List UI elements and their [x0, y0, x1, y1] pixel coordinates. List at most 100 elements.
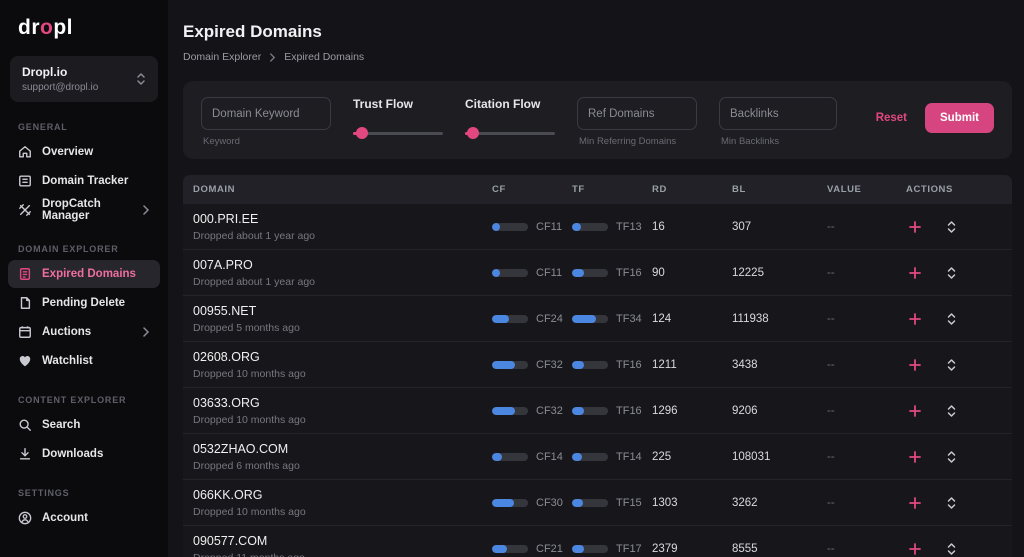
- expand-row-button[interactable]: [944, 402, 959, 420]
- cf-bar: [492, 544, 528, 553]
- ref-domains-input[interactable]: [577, 97, 697, 130]
- col-header-tf: TF: [572, 184, 585, 195]
- trust-flow-slider-thumb[interactable]: [356, 127, 368, 139]
- tf-cell: TF14: [572, 451, 652, 463]
- add-domain-button[interactable]: [906, 448, 924, 466]
- value-cell: --: [827, 266, 835, 279]
- sidebar-item-expired-domains[interactable]: Expired Domains: [8, 260, 160, 288]
- section-heading-domain-explorer: DOMAIN EXPLORER: [18, 244, 119, 254]
- domain-name[interactable]: 007A.PRO: [193, 258, 492, 272]
- add-domain-button[interactable]: [906, 218, 924, 236]
- expand-row-button[interactable]: [944, 310, 959, 328]
- domain-name[interactable]: 000.PRI.EE: [193, 212, 492, 226]
- sidebar-item-pending-delete[interactable]: Pending Delete: [8, 289, 160, 317]
- add-domain-button[interactable]: [906, 264, 924, 282]
- cf-bar-fill: [492, 314, 510, 323]
- domain-name[interactable]: 02608.ORG: [193, 350, 492, 364]
- keyword-input[interactable]: [201, 97, 331, 130]
- add-domain-button[interactable]: [906, 494, 924, 512]
- sidebar-item-overview[interactable]: Overview: [8, 138, 160, 166]
- domain-cell: 090577.COM Dropped 11 months ago: [193, 534, 492, 557]
- expand-row-button[interactable]: [944, 264, 959, 282]
- trust-flow-slider[interactable]: [353, 127, 443, 139]
- sidebar-item-downloads[interactable]: Downloads: [8, 440, 160, 468]
- tf-bar: [572, 406, 608, 415]
- table-body: 000.PRI.EE Dropped about 1 year ago CF11…: [183, 204, 1012, 557]
- download-icon: [18, 447, 32, 461]
- reset-button[interactable]: Reset: [876, 112, 907, 124]
- sidebar: dropl Dropl.io support@dropl.io GENERAL …: [0, 0, 168, 557]
- account-info: Dropl.io support@dropl.io: [22, 65, 98, 93]
- expired-domains-clipboard-icon: [18, 267, 32, 281]
- cf-cell: CF24: [492, 313, 572, 325]
- heart-icon: [18, 354, 32, 368]
- sidebar-item-watchlist[interactable]: Watchlist: [8, 347, 160, 375]
- cf-label: CF24: [536, 312, 563, 325]
- expand-row-button[interactable]: [944, 218, 959, 236]
- auctions-calendar-icon: [18, 325, 32, 339]
- table-row: 02608.ORG Dropped 10 months ago CF32 TF1…: [183, 342, 1012, 388]
- trust-flow-label: Trust Flow: [353, 97, 413, 111]
- sidebar-item-dropcatch-manager[interactable]: DropCatch Manager: [8, 196, 160, 224]
- domain-name[interactable]: 066KK.ORG: [193, 488, 492, 502]
- backlinks-filter: Min Backlinks: [719, 97, 837, 147]
- rd-value: 1211: [652, 358, 677, 371]
- account-switcher[interactable]: Dropl.io support@dropl.io: [10, 56, 158, 102]
- chevron-updown-icon: [136, 72, 146, 86]
- tf-bar: [572, 452, 608, 461]
- trust-flow-filter: Trust Flow: [353, 97, 443, 139]
- tf-bar: [572, 544, 608, 553]
- cf-bar-fill: [492, 544, 508, 553]
- tf-cell: TF17: [572, 543, 652, 555]
- bl-value: 111938: [732, 312, 769, 325]
- sidebar-item-account[interactable]: Account: [8, 504, 160, 532]
- actions-cell: [906, 540, 1002, 557]
- bl-value: 3438: [732, 358, 758, 371]
- domain-name[interactable]: 090577.COM: [193, 534, 492, 548]
- expand-row-button[interactable]: [944, 494, 959, 512]
- citation-flow-label: Citation Flow: [465, 97, 541, 111]
- actions-cell: [906, 448, 1002, 466]
- cf-bar: [492, 360, 528, 369]
- sidebar-item-auctions[interactable]: Auctions: [8, 318, 160, 346]
- add-domain-button[interactable]: [906, 540, 924, 557]
- expand-row-button[interactable]: [944, 448, 959, 466]
- cf-bar: [492, 452, 528, 461]
- domain-cell: 000.PRI.EE Dropped about 1 year ago: [193, 212, 492, 242]
- value-cell: --: [827, 358, 835, 371]
- actions-cell: [906, 356, 1002, 374]
- tf-bar-fill: [572, 360, 584, 369]
- cf-label: CF32: [536, 358, 563, 371]
- tf-bar: [572, 314, 608, 323]
- pending-delete-file-icon: [18, 296, 32, 310]
- backlinks-input[interactable]: [719, 97, 837, 130]
- sidebar-item-label: Pending Delete: [42, 297, 126, 309]
- sidebar-item-label: Account: [42, 512, 88, 524]
- breadcrumb-parent[interactable]: Domain Explorer: [183, 51, 261, 63]
- citation-flow-filter: Citation Flow: [465, 97, 555, 139]
- cf-label: CF11: [536, 266, 563, 279]
- rd-value: 1303: [652, 496, 678, 509]
- rd-value: 90: [652, 266, 665, 279]
- tf-label: TF16: [616, 358, 642, 371]
- domain-name[interactable]: 03633.ORG: [193, 396, 492, 410]
- domain-name[interactable]: 00955.NET: [193, 304, 492, 318]
- section-heading-content-explorer: CONTENT EXPLORER: [18, 395, 127, 405]
- tf-bar: [572, 360, 608, 369]
- cf-cell: CF32: [492, 359, 572, 371]
- domain-name[interactable]: 0532ZHAO.COM: [193, 442, 492, 456]
- expand-row-button[interactable]: [944, 356, 959, 374]
- add-domain-button[interactable]: [906, 310, 924, 328]
- sidebar-item-domain-tracker[interactable]: Domain Tracker: [8, 167, 160, 195]
- rd-value: 16: [652, 220, 665, 233]
- add-domain-button[interactable]: [906, 402, 924, 420]
- sidebar-item-label: Downloads: [42, 448, 104, 460]
- cf-label: CF11: [536, 220, 563, 233]
- citation-flow-slider-thumb[interactable]: [467, 127, 480, 139]
- citation-flow-slider[interactable]: [465, 127, 555, 139]
- submit-button[interactable]: Submit: [925, 103, 994, 133]
- sidebar-item-search[interactable]: Search: [8, 411, 160, 439]
- cf-label: CF30: [536, 496, 563, 509]
- add-domain-button[interactable]: [906, 356, 924, 374]
- expand-row-button[interactable]: [944, 540, 959, 557]
